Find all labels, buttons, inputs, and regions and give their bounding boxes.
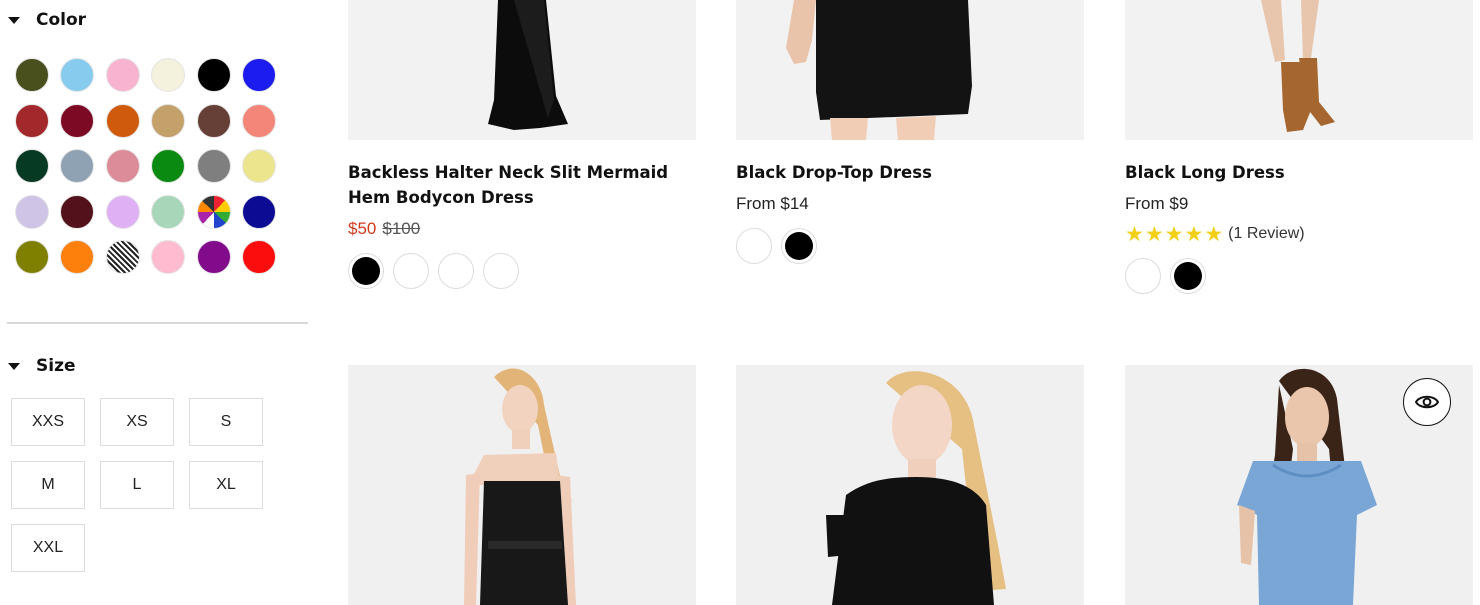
color-swatch-sky-blue[interactable]: [60, 58, 95, 92]
size-option-xxs[interactable]: XXS: [11, 398, 85, 446]
color-filter-toggle[interactable]: Color: [8, 10, 86, 30]
color-swatch-black-white-pattern[interactable]: [105, 240, 140, 274]
caret-down-icon: [8, 16, 20, 24]
color-swatch-tan[interactable]: [151, 103, 186, 138]
color-swatch-salmon[interactable]: [241, 103, 276, 138]
color-variant[interactable]: [1170, 258, 1206, 294]
variant-color-dot: [785, 232, 813, 260]
color-variant[interactable]: [393, 253, 429, 289]
color-swatch-rose[interactable]: [105, 149, 140, 183]
color-swatch-olive-dark[interactable]: [15, 58, 49, 92]
sale-price: $50: [348, 219, 377, 238]
color-swatch-grid: [15, 58, 278, 274]
gown-legs-illustration: [488, 0, 568, 130]
color-variant-list: [348, 253, 696, 289]
star-icon: ★: [1184, 222, 1204, 246]
star-icon: ★: [1164, 222, 1184, 246]
color-swatch-dark-green[interactable]: [15, 149, 49, 183]
size-filter-title: Size: [36, 356, 76, 376]
color-swatch-mint[interactable]: [151, 194, 186, 229]
product-card[interactable]: Black Drop-Top Dress From $14: [736, 0, 1084, 264]
color-swatch-beige[interactable]: [151, 58, 186, 92]
star-rating: ★ ★ ★ ★ ★ (1 Review): [1125, 222, 1473, 246]
star-icon: ★: [1204, 222, 1224, 246]
product-card[interactable]: [736, 365, 1084, 605]
color-swatch-slate-blue[interactable]: [60, 149, 95, 183]
size-option-s[interactable]: S: [189, 398, 263, 446]
color-swatch-pink[interactable]: [151, 240, 186, 274]
color-variant[interactable]: [348, 253, 384, 289]
color-swatch-geometric-multicolor[interactable]: [196, 194, 231, 229]
size-option-xs[interactable]: XS: [100, 398, 174, 446]
color-swatch-brown[interactable]: [196, 103, 231, 138]
color-variant[interactable]: [438, 253, 474, 289]
color-swatch-orange[interactable]: [60, 240, 95, 274]
product-title[interactable]: Black Long Dress: [1125, 160, 1473, 185]
review-count[interactable]: (1 Review): [1228, 225, 1304, 243]
color-swatch-burnt-orange[interactable]: [105, 103, 140, 138]
color-swatch-red[interactable]: [241, 240, 276, 274]
product-card[interactable]: [1125, 365, 1473, 605]
product-image[interactable]: [736, 0, 1084, 140]
product-card[interactable]: Black Long Dress From $9 ★ ★ ★ ★ ★ (1 Re…: [1125, 0, 1473, 294]
size-option-xl[interactable]: XL: [189, 461, 263, 509]
product-price: $50 $100: [348, 219, 696, 239]
product-image[interactable]: [348, 0, 696, 140]
product-price: From $9: [1125, 194, 1189, 213]
product-image[interactable]: [1125, 0, 1473, 140]
size-option-grid: XXS XS S M L XL XXL: [11, 398, 263, 572]
color-swatch-purple[interactable]: [196, 240, 231, 274]
star-icon: ★: [1125, 222, 1144, 246]
size-option-xxl[interactable]: XXL: [11, 524, 85, 572]
color-variant[interactable]: [483, 253, 519, 289]
size-option-m[interactable]: M: [11, 461, 85, 509]
color-variant[interactable]: [736, 228, 772, 264]
product-card[interactable]: [348, 365, 696, 605]
variant-color-dot: [352, 257, 380, 285]
color-swatch-black[interactable]: [196, 58, 231, 92]
color-variant-list: [1125, 258, 1473, 294]
product-card[interactable]: Backless Halter Neck Slit Mermaid Hem Bo…: [348, 0, 696, 289]
color-swatch-lavender[interactable]: [15, 194, 49, 229]
product-image[interactable]: [736, 365, 1084, 605]
size-filter-toggle[interactable]: Size: [8, 356, 76, 376]
product-title[interactable]: Backless Halter Neck Slit Mermaid Hem Bo…: [348, 160, 696, 210]
product-image[interactable]: [348, 365, 696, 605]
dress-illustration: [786, 0, 972, 140]
color-filter-title: Color: [36, 10, 87, 30]
color-swatch-maroon[interactable]: [60, 103, 95, 138]
filter-divider: [7, 322, 308, 324]
variant-color-dot: [1174, 262, 1202, 290]
product-image[interactable]: [1125, 365, 1473, 605]
color-swatch-olive[interactable]: [15, 240, 49, 274]
color-variant-list: [736, 228, 1084, 264]
color-swatch-dark-maroon[interactable]: [60, 194, 95, 229]
color-swatch-red-brown[interactable]: [15, 103, 49, 138]
compare-at-price: $100: [382, 219, 421, 238]
product-price: From $14: [736, 194, 809, 213]
model-black-short-sleeve-top-illustration: [826, 371, 1006, 605]
caret-down-icon: [8, 362, 20, 370]
color-swatch-light-violet[interactable]: [105, 194, 140, 229]
filter-sidebar: Color Size XXS XS S M L XL XXL: [0, 0, 310, 590]
color-swatch-light-pink[interactable]: [105, 58, 140, 92]
color-variant[interactable]: [781, 228, 817, 264]
color-swatch-gray[interactable]: [196, 149, 231, 183]
model-black-strappy-dress-illustration: [464, 368, 576, 605]
product-title[interactable]: Black Drop-Top Dress: [736, 160, 1084, 185]
color-swatch-khaki[interactable]: [241, 149, 276, 183]
color-swatch-navy[interactable]: [241, 194, 276, 229]
eye-icon: [1415, 395, 1439, 409]
star-icon: ★: [1144, 222, 1164, 246]
size-option-l[interactable]: L: [100, 461, 174, 509]
color-swatch-blue[interactable]: [241, 58, 276, 92]
color-variant[interactable]: [1125, 258, 1161, 294]
boots-illustration: [1261, 0, 1335, 132]
quick-view-button[interactable]: [1403, 378, 1451, 426]
color-swatch-green[interactable]: [151, 149, 186, 183]
